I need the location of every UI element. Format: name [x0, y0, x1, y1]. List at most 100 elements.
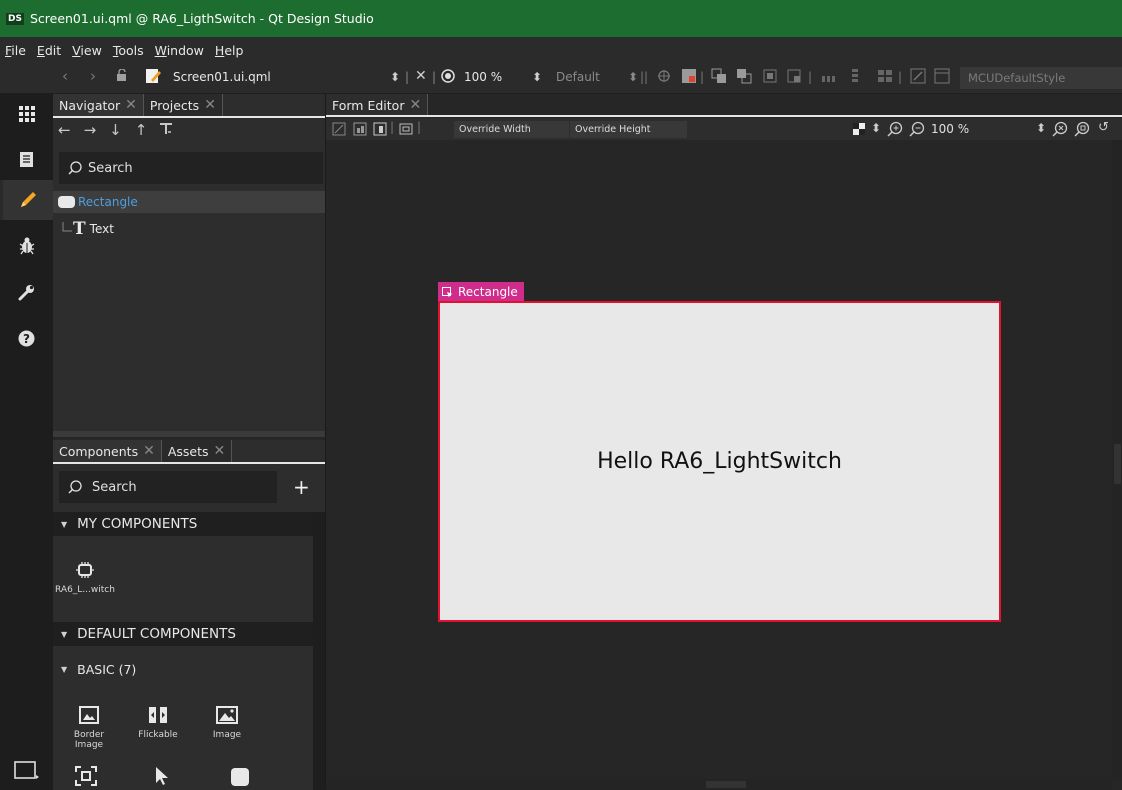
- cursor-icon[interactable]: [155, 766, 169, 789]
- canvas-rectangle[interactable]: Hello RA6_LightSwitch: [438, 301, 1001, 622]
- mode-run[interactable]: [0, 750, 53, 790]
- arrow-left-icon[interactable]: ←: [58, 121, 71, 139]
- tab-projects[interactable]: Projects ✕: [143, 94, 223, 116]
- forward-icon[interactable]: ›: [90, 67, 96, 85]
- updown-icon[interactable]: ⬍: [628, 70, 638, 84]
- tool-icon[interactable]: [656, 68, 672, 87]
- close-document-icon[interactable]: ✕: [415, 68, 427, 84]
- mode-welcome[interactable]: [0, 94, 53, 134]
- tab-navigator[interactable]: Navigator ✕: [53, 94, 144, 116]
- tab-assets[interactable]: Assets ✕: [161, 440, 233, 462]
- default-components-header[interactable]: ▼ DEFAULT COMPONENTS: [53, 622, 313, 646]
- help-icon: ?: [18, 330, 35, 346]
- mode-design[interactable]: [0, 180, 53, 220]
- close-icon[interactable]: ✕: [409, 97, 421, 113]
- layer-icon[interactable]: [762, 68, 778, 87]
- mode-debug[interactable]: [0, 226, 53, 266]
- scrollbar-thumb[interactable]: [1114, 444, 1121, 484]
- open-document-name[interactable]: Screen01.ui.qml: [173, 70, 271, 84]
- zoom-selection-icon[interactable]: [1074, 121, 1090, 140]
- live-preview-icon[interactable]: [441, 69, 455, 86]
- menu-bar: File Edit View Tools Window Help: [0, 37, 1122, 63]
- style-select[interactable]: MCUDefaultStyle: [960, 67, 1122, 89]
- grid-layout-icon[interactable]: [878, 70, 892, 85]
- scrollbar-thumb[interactable]: [706, 781, 746, 788]
- send-backward-icon[interactable]: [736, 68, 752, 87]
- my-components-header[interactable]: ▼ MY COMPONENTS: [53, 512, 313, 536]
- close-icon[interactable]: ✕: [125, 97, 137, 113]
- separator: |: [700, 70, 705, 84]
- basic-section-header[interactable]: ▼ BASIC (7): [61, 662, 136, 677]
- screen-icon[interactable]: [681, 68, 697, 87]
- rectangle-component-icon[interactable]: [231, 768, 249, 789]
- component-ra6-lightswitch[interactable]: RA6_L...witch: [55, 555, 115, 595]
- close-icon[interactable]: ✕: [204, 97, 216, 113]
- zoom-out-icon[interactable]: [909, 121, 925, 140]
- back-icon[interactable]: ‹: [62, 67, 68, 85]
- lock-icon[interactable]: [116, 68, 127, 84]
- editor-zoom-select[interactable]: 100 %: [931, 122, 969, 136]
- arrow-up-icon[interactable]: ↑: [135, 121, 148, 139]
- component-flickable[interactable]: Flickable: [128, 700, 188, 740]
- splitter-handle[interactable]: [53, 431, 325, 437]
- filter-icon[interactable]: [160, 121, 173, 139]
- separator: |: [898, 70, 903, 84]
- window-title: Screen01.ui.qml @ RA6_LigthSwitch - Qt D…: [29, 11, 374, 26]
- menu-tools[interactable]: Tools: [113, 43, 144, 58]
- updown-icon[interactable]: ⬍: [532, 70, 542, 84]
- show-bounds-icon[interactable]: [399, 123, 413, 138]
- menu-edit[interactable]: Edit: [37, 43, 61, 58]
- state-select[interactable]: Default: [556, 70, 600, 84]
- reset-view-icon[interactable]: ↺: [1098, 120, 1109, 135]
- snap-icon[interactable]: [332, 122, 346, 139]
- arrow-right-icon[interactable]: →: [84, 121, 97, 139]
- menu-help[interactable]: Help: [215, 43, 244, 58]
- row-layout-icon[interactable]: [822, 73, 836, 87]
- background-color-icon[interactable]: [853, 123, 865, 138]
- tree-item-text[interactable]: T Text: [53, 218, 325, 240]
- mouse-area-icon[interactable]: [75, 766, 97, 789]
- updown-icon[interactable]: ⬍: [1036, 121, 1046, 135]
- screen-run-icon: [13, 761, 39, 779]
- tree-item-rectangle[interactable]: Rectangle: [53, 191, 325, 213]
- components-scrollbar[interactable]: [313, 512, 325, 790]
- canvas-text[interactable]: Hello RA6_LightSwitch: [597, 449, 842, 474]
- mode-help[interactable]: ?: [0, 318, 53, 358]
- bring-forward-icon[interactable]: [711, 68, 727, 87]
- layer-icon[interactable]: [786, 68, 802, 87]
- menu-view[interactable]: View: [72, 43, 102, 58]
- navigator-search-input[interactable]: Search: [59, 152, 323, 184]
- arrow-down-icon[interactable]: ↓: [109, 121, 122, 139]
- separator: |: [417, 120, 422, 134]
- mode-edit[interactable]: [0, 140, 53, 180]
- zoom-all-icon[interactable]: [1052, 121, 1068, 140]
- window-icon[interactable]: [934, 68, 950, 87]
- tab-components[interactable]: Components ✕: [53, 440, 162, 462]
- zoom-in-icon[interactable]: [887, 121, 903, 140]
- snap-anchors-icon[interactable]: [353, 122, 367, 139]
- rectangle-icon: [58, 196, 75, 208]
- edit-annotation-icon[interactable]: [910, 68, 926, 87]
- selection-badge[interactable]: Rectangle: [438, 282, 524, 302]
- close-icon[interactable]: ✕: [143, 443, 155, 459]
- updown-icon[interactable]: ⬍: [871, 121, 881, 135]
- mode-projects[interactable]: [0, 272, 53, 312]
- component-image[interactable]: Image: [197, 700, 257, 740]
- components-panel: Components ✕ Assets ✕ Search + ▼ MY COMPON…: [53, 440, 325, 790]
- zoom-select[interactable]: 100 %: [464, 70, 502, 84]
- tab-form-editor[interactable]: Form Editor ✕: [326, 94, 429, 116]
- column-layout-icon[interactable]: [852, 69, 860, 86]
- close-icon[interactable]: ✕: [214, 443, 226, 459]
- override-height-input[interactable]: Override Height: [570, 121, 687, 138]
- menu-window[interactable]: Window: [155, 43, 204, 58]
- app-logo: DS: [6, 12, 24, 25]
- snap-margins-icon[interactable]: [373, 122, 387, 139]
- components-search-input[interactable]: Search: [59, 471, 277, 503]
- menu-file[interactable]: File: [5, 43, 26, 58]
- tree-branch: [62, 222, 72, 232]
- updown-icon[interactable]: ⬍: [390, 70, 400, 84]
- override-width-input[interactable]: Override Width: [454, 121, 569, 138]
- component-border-image[interactable]: Border Image: [59, 700, 119, 750]
- add-module-button[interactable]: +: [293, 475, 310, 499]
- text-icon: T: [73, 219, 86, 239]
